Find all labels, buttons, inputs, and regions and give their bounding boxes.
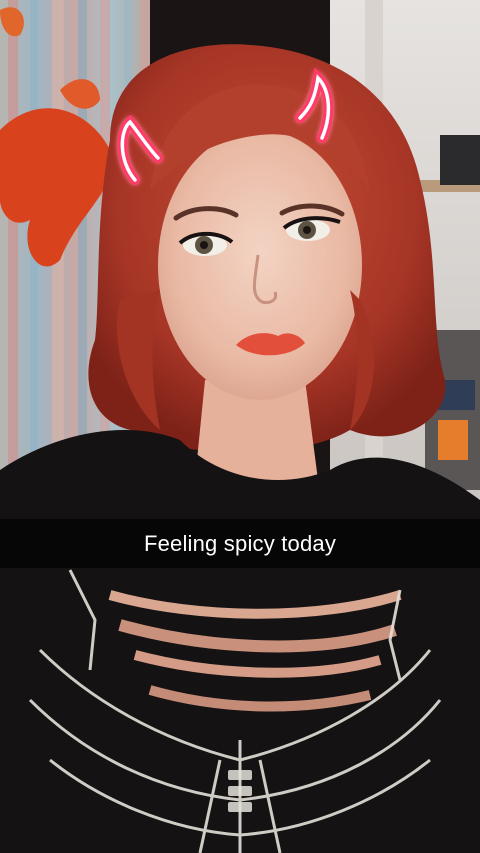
caption-bar[interactable]: Feeling spicy today xyxy=(0,519,480,568)
selfie-photo xyxy=(0,0,480,853)
caption-text: Feeling spicy today xyxy=(143,530,337,556)
snap-viewer[interactable]: Feeling spicy today xyxy=(0,0,480,853)
